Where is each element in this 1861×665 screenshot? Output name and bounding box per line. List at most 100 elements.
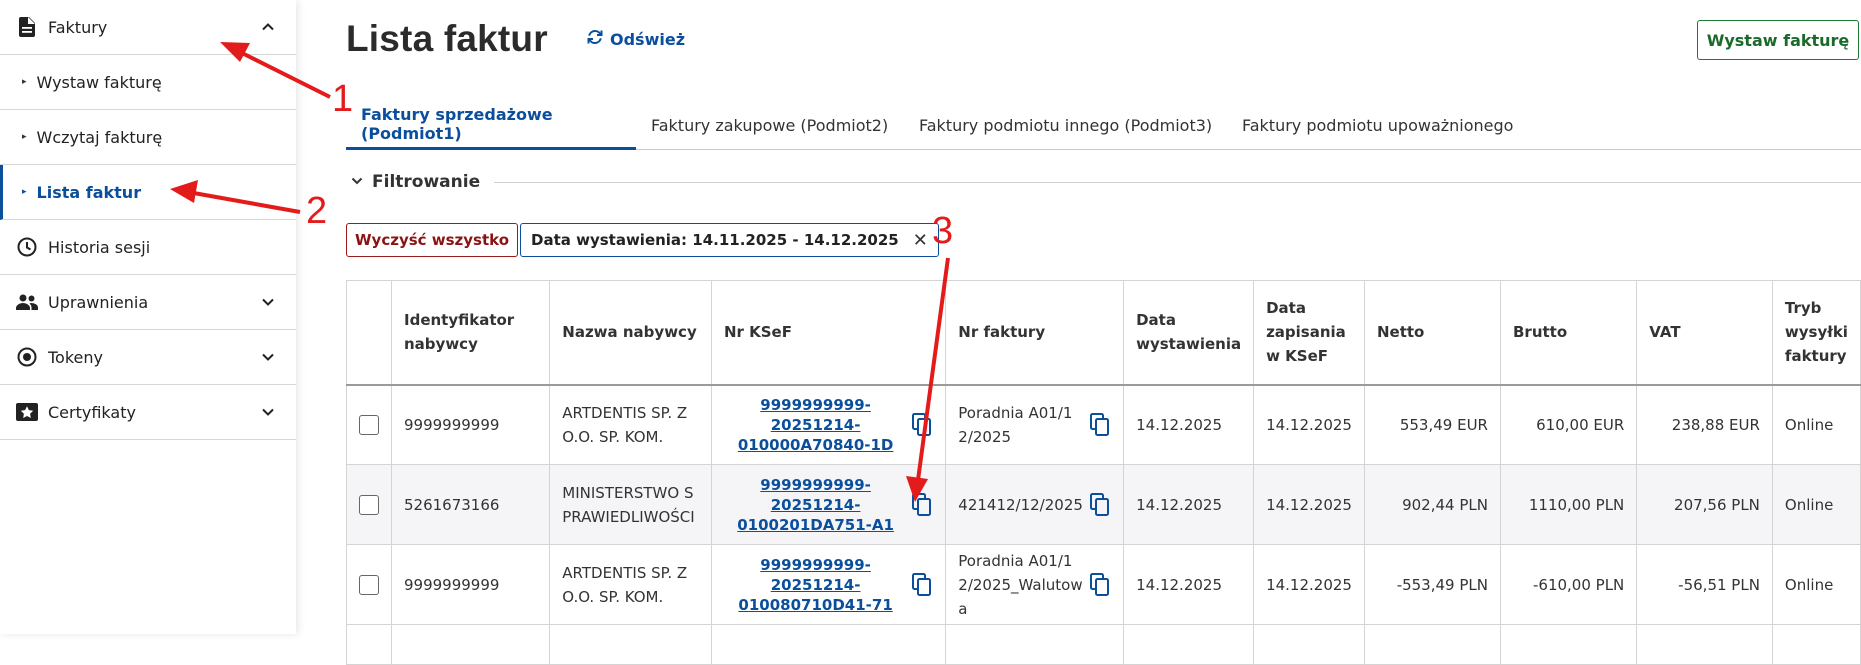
buyer-name-cell: ARTDENTIS SP. Z O.O. SP. KOM. xyxy=(549,544,712,625)
invoice-no-cell: Poradnia A01/12/2025_Walutowa xyxy=(945,544,1125,625)
select-cell xyxy=(346,624,392,665)
ksef-link[interactable]: 9999999999-20251214-010000A70840-1D xyxy=(724,395,907,455)
header-buyer-name[interactable]: Nazwa nabywcy xyxy=(549,280,712,386)
mode-cell: Online xyxy=(1771,464,1861,545)
row-checkbox[interactable] xyxy=(359,494,379,515)
chevron-down-icon xyxy=(260,294,276,310)
page-title: Lista faktur xyxy=(346,18,548,59)
tab-purchase[interactable]: Faktury zakupowe (Podmiot2) xyxy=(651,100,888,150)
tab-sales[interactable]: Faktury sprzedażowe (Podmiot1) xyxy=(346,100,636,150)
mode-cell: Online xyxy=(1771,384,1861,465)
sidebar-item-label: Wystaw fakturę xyxy=(36,72,162,92)
divider xyxy=(494,181,1861,183)
filter-section-header[interactable]: Filtrowanie xyxy=(346,172,1861,192)
certificate-icon xyxy=(16,401,38,423)
sidebar-item-label: Faktury xyxy=(48,17,108,37)
sidebar-item-label: Lista faktur xyxy=(36,182,142,202)
net-cell: -553,49 PLN xyxy=(1363,544,1501,625)
issue-invoice-button[interactable]: Wystaw fakturę xyxy=(1697,20,1859,60)
empty-cell xyxy=(1771,624,1861,665)
document-icon xyxy=(16,16,38,38)
header-net[interactable]: Netto xyxy=(1363,280,1501,386)
people-icon xyxy=(16,291,38,313)
table-row: 9999999999 ARTDENTIS SP. Z O.O. SP. KOM.… xyxy=(346,544,1861,625)
sidebar-item-certyfikaty[interactable]: Certyfikaty xyxy=(0,385,296,440)
empty-cell xyxy=(1253,624,1365,665)
filter-chip-issue-date: Data wystawienia: 14.11.2025 - 14.12.202… xyxy=(520,223,939,257)
clear-all-filters-button[interactable]: Wyczyść wszystko xyxy=(346,223,519,257)
saved-date-cell: 14.12.2025 xyxy=(1253,464,1365,545)
invoice-no-cell: Poradnia A01/12/2025 xyxy=(945,384,1125,465)
header-issue-date[interactable]: Data wystawienia xyxy=(1123,280,1255,386)
empty-cell xyxy=(549,624,712,665)
sidebar-item-uprawnienia[interactable]: Uprawnienia xyxy=(0,275,296,330)
copy-icon[interactable] xyxy=(1089,412,1111,437)
header-invoice-no[interactable]: Nr faktury xyxy=(945,280,1125,386)
sidebar-item-wczytaj-fakture[interactable]: ▸ Wczytaj fakturę xyxy=(0,110,296,165)
table-header-row: Identyfikator nabywcy Nazwa nabywcy Nr K… xyxy=(346,280,1861,386)
row-checkbox[interactable] xyxy=(359,574,379,595)
sidebar-item-label: Certyfikaty xyxy=(48,402,136,422)
tab-authorized-entity[interactable]: Faktury podmiotu upoważnionego xyxy=(1242,100,1513,150)
sidebar-item-tokeny[interactable]: Tokeny xyxy=(0,330,296,385)
header-mode[interactable]: Tryb wysyłki faktury xyxy=(1771,280,1861,386)
token-icon xyxy=(16,346,38,368)
sidebar-item-lista-faktur[interactable]: ▸ Lista faktur xyxy=(0,165,296,220)
invoice-no-text: Poradnia A01/12/2025 xyxy=(958,403,1073,446)
refresh-label: Odśwież xyxy=(610,29,686,49)
filter-heading: Filtrowanie xyxy=(372,172,481,192)
header-gross[interactable]: Brutto xyxy=(1499,280,1638,386)
select-cell xyxy=(346,464,392,545)
empty-cell xyxy=(710,624,947,665)
ksef-link[interactable]: 9999999999-20251214-0100201DA751-A1 xyxy=(724,475,907,535)
ksef-cell: 9999999999-20251214-010000A70840-1D xyxy=(710,384,947,465)
gross-cell: -610,00 PLN xyxy=(1499,544,1638,625)
table-row: 5261673166 MINISTERSTWO S PRAWIEDLIWOŚCI… xyxy=(346,464,1861,545)
annotation-number-1: 1 xyxy=(332,78,354,120)
sidebar-item-faktury[interactable]: Faktury xyxy=(0,0,296,55)
ksef-cell: 9999999999-20251214-0100201DA751-A1 xyxy=(710,464,947,545)
sidebar-item-label: Historia sesji xyxy=(48,237,151,257)
invoice-no-text: Poradnia A01/12/2025_Walutowa xyxy=(958,551,1083,618)
tab-other-entity[interactable]: Faktury podmiotu innego (Podmiot3) xyxy=(919,100,1212,150)
vat-cell: 207,56 PLN xyxy=(1636,464,1773,545)
empty-cell xyxy=(1499,624,1638,665)
empty-cell xyxy=(1363,624,1501,665)
sidebar-item-label: Wczytaj fakturę xyxy=(36,127,163,147)
chevron-down-icon xyxy=(260,404,276,420)
net-cell: 902,44 PLN xyxy=(1363,464,1501,545)
copy-icon[interactable] xyxy=(911,492,933,517)
issue-date-cell: 14.12.2025 xyxy=(1123,464,1255,545)
close-icon[interactable]: ✕ xyxy=(913,230,928,251)
header-vat[interactable]: VAT xyxy=(1636,280,1773,386)
ksef-link[interactable]: 9999999999-20251214-010080710D41-71 xyxy=(724,555,907,615)
empty-cell xyxy=(1123,624,1255,665)
tab-bar: Faktury sprzedażowe (Podmiot1) Faktury z… xyxy=(346,100,1861,150)
buyer-id-cell: 9999999999 xyxy=(390,384,551,465)
chevron-up-icon xyxy=(260,19,276,35)
header-ksef[interactable]: Nr KSeF xyxy=(710,280,947,386)
refresh-button[interactable]: Odśwież xyxy=(586,28,685,50)
copy-icon[interactable] xyxy=(911,412,933,437)
sidebar-item-historia-sesji[interactable]: Historia sesji xyxy=(0,220,296,275)
sidebar-item-label: Uprawnienia xyxy=(48,292,149,312)
triangle-right-icon: ▸ xyxy=(22,77,27,87)
triangle-right-icon: ▸ xyxy=(22,132,27,142)
header-buyer-id[interactable]: Identyfikator nabywcy xyxy=(390,280,551,386)
header-saved-date[interactable]: Data zapisania w KSeF xyxy=(1253,280,1365,386)
annotation-number-2: 2 xyxy=(306,190,328,232)
saved-date-cell: 14.12.2025 xyxy=(1253,384,1365,465)
issue-date-cell: 14.12.2025 xyxy=(1123,544,1255,625)
invoice-table: Identyfikator nabywcy Nazwa nabywcy Nr K… xyxy=(346,280,1861,665)
saved-date-cell: 14.12.2025 xyxy=(1253,544,1365,625)
copy-icon[interactable] xyxy=(1089,572,1111,597)
copy-icon[interactable] xyxy=(911,572,933,597)
buyer-name-cell: ARTDENTIS SP. Z O.O. SP. KOM. xyxy=(549,384,712,465)
row-checkbox[interactable] xyxy=(359,414,379,435)
table-row: 9999999999 ARTDENTIS SP. Z O.O. SP. KOM.… xyxy=(346,384,1861,465)
copy-icon[interactable] xyxy=(1089,492,1111,517)
empty-cell xyxy=(390,624,551,665)
buyer-name-cell: MINISTERSTWO S PRAWIEDLIWOŚCI xyxy=(549,464,712,545)
gross-cell: 610,00 EUR xyxy=(1499,384,1638,465)
sidebar-item-wystaw-fakture[interactable]: ▸ Wystaw fakturę xyxy=(0,55,296,110)
